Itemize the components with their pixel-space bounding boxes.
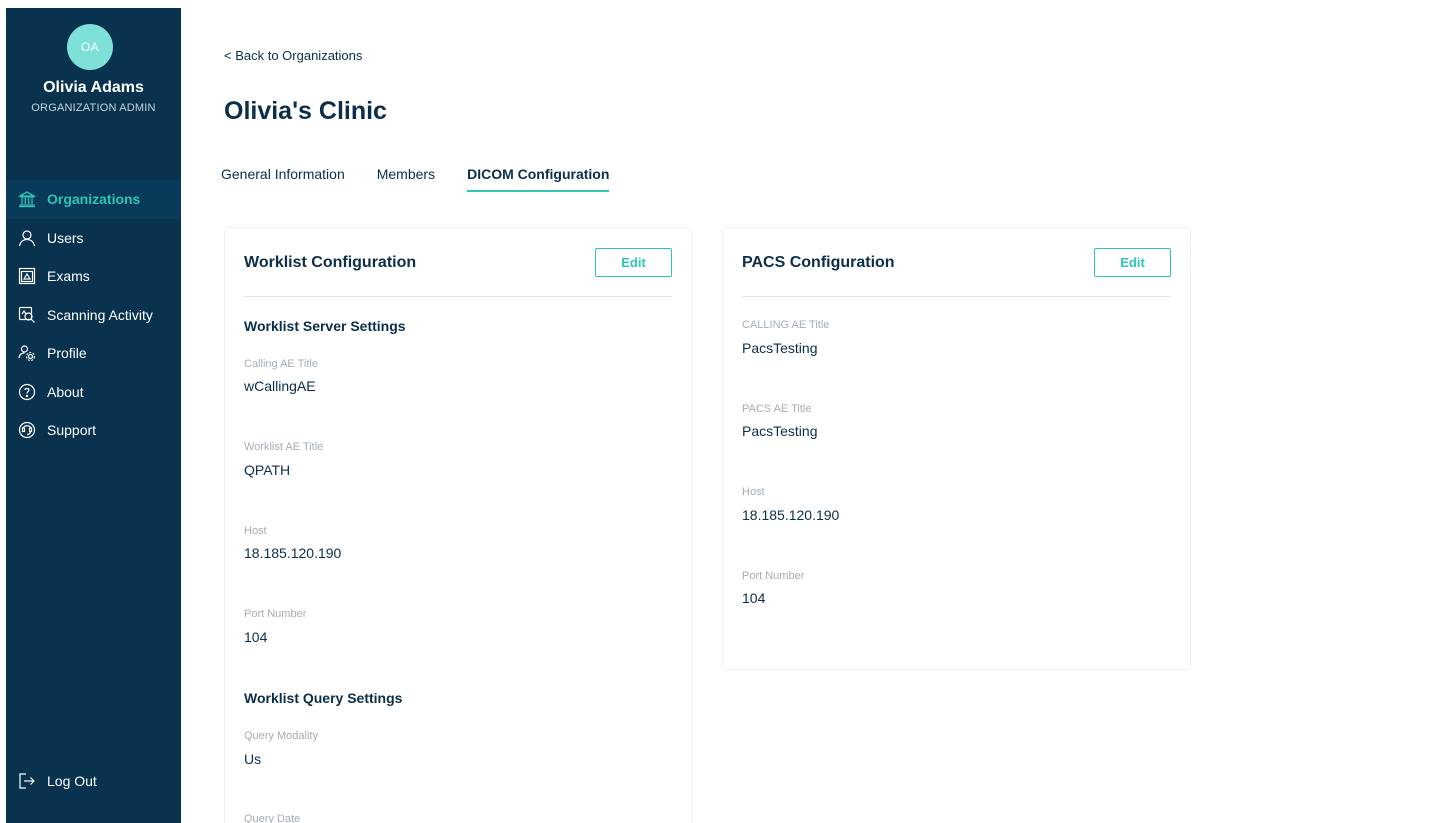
card-title: PACS Configuration <box>742 254 895 271</box>
sidebar-item-organizations[interactable]: Organizations <box>6 180 181 219</box>
user-icon <box>18 229 36 247</box>
field-value: QPATH <box>244 462 291 478</box>
user-name: Olivia Adams <box>43 79 144 96</box>
profile-settings-icon <box>18 344 36 362</box>
field-label: Host <box>244 525 267 537</box>
sidebar-item-scanning-activity[interactable]: Scanning Activity <box>6 296 181 335</box>
exams-icon <box>18 267 36 285</box>
tab-general-information[interactable]: General Information <box>221 166 345 192</box>
card-header: PACS Configuration Edit <box>742 228 1171 297</box>
building-icon <box>18 190 36 208</box>
sidebar-item-exams[interactable]: Exams <box>6 257 181 296</box>
section-title: Worklist Server Settings <box>244 318 406 334</box>
field-label: Query Modality <box>244 730 318 742</box>
field-label: Port Number <box>244 608 307 620</box>
sidebar-item-label: Exams <box>47 268 90 285</box>
field-label: Query Date <box>244 813 301 823</box>
back-to-organizations-link[interactable]: < Back to Organizations <box>224 48 362 63</box>
pacs-configuration-card: PACS Configuration Edit CALLING AE Title… <box>722 227 1191 670</box>
field-value: 18.185.120.190 <box>244 545 342 561</box>
pacs-edit-button[interactable]: Edit <box>1094 248 1171 277</box>
sidebar-item-label: Profile <box>47 345 87 362</box>
sidebar-nav: Organizations Users Exams Scanning Activ… <box>6 180 181 450</box>
tab-bar: General Information Members DICOM Config… <box>221 166 641 192</box>
avatar[interactable]: OA <box>67 24 113 70</box>
help-circle-icon <box>18 383 36 401</box>
field-label: Calling AE Title <box>244 358 318 370</box>
card-title: Worklist Configuration <box>244 254 417 271</box>
sidebar-item-label: Support <box>47 422 97 439</box>
logout-button[interactable]: Log Out <box>6 762 181 800</box>
sidebar-item-label: Scanning Activity <box>47 306 153 323</box>
page-title: Olivia's Clinic <box>224 97 387 125</box>
sidebar-item-about[interactable]: About <box>6 373 181 412</box>
field-value: PacsTesting <box>742 340 818 356</box>
sidebar-item-label: Organizations <box>47 191 141 208</box>
field-label: PACS AE Title <box>742 403 812 415</box>
field-label: Host <box>742 486 765 498</box>
card-header: Worklist Configuration Edit <box>244 228 672 297</box>
sidebar-item-label: About <box>47 383 84 400</box>
sidebar: OA Olivia Adams ORGANIZATION ADMIN Organ… <box>6 8 181 823</box>
field-label: Port Number <box>742 570 805 582</box>
section-title: Worklist Query Settings <box>244 690 403 706</box>
sidebar-item-users[interactable]: Users <box>6 219 181 258</box>
worklist-edit-button[interactable]: Edit <box>595 248 672 277</box>
sidebar-item-label: Users <box>47 229 84 246</box>
tab-members[interactable]: Members <box>377 166 435 192</box>
logout-label: Log Out <box>47 773 97 789</box>
top-frame <box>0 0 1449 8</box>
field-value: 104 <box>742 590 766 606</box>
logout-icon <box>18 772 36 790</box>
worklist-configuration-card: Worklist Configuration Edit Worklist Ser… <box>224 227 692 823</box>
field-value: Us <box>244 751 262 767</box>
tab-dicom-configuration[interactable]: DICOM Configuration <box>467 166 610 192</box>
support-icon <box>18 421 36 439</box>
field-value: PacsTesting <box>742 423 818 439</box>
user-role: ORGANIZATION ADMIN <box>31 102 156 114</box>
field-label: Worklist AE Title <box>244 441 324 453</box>
scanning-activity-icon <box>18 306 36 324</box>
field-label: CALLING AE Title <box>742 319 830 331</box>
sidebar-item-profile[interactable]: Profile <box>6 334 181 373</box>
sidebar-item-support[interactable]: Support <box>6 411 181 450</box>
field-value: 104 <box>244 629 268 645</box>
field-value: 18.185.120.190 <box>742 507 840 523</box>
field-value: wCallingAE <box>244 378 316 394</box>
